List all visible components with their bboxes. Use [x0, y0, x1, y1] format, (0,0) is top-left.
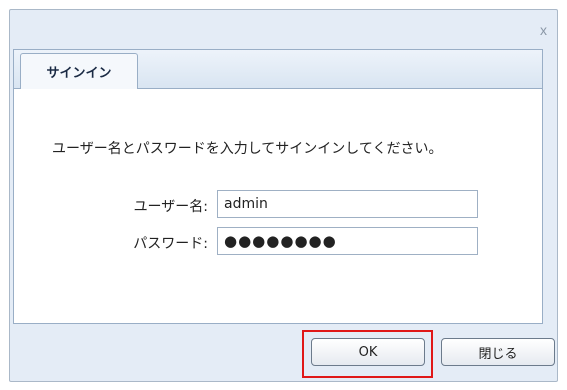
username-value: admin — [224, 196, 268, 212]
password-field[interactable]: ●●●●●●●● — [217, 227, 478, 255]
ok-button[interactable]: OK — [311, 338, 425, 366]
password-label: パスワード: — [133, 236, 208, 252]
close-icon[interactable]: x — [540, 23, 547, 37]
username-label: ユーザー名: — [133, 199, 208, 215]
username-field[interactable]: admin — [217, 190, 478, 218]
tab-signin[interactable]: サインイン — [20, 53, 138, 89]
close-button[interactable]: 閉じる — [441, 338, 555, 366]
instruction-text: ユーザー名とパスワードを入力してサインインしてください。 — [52, 141, 443, 157]
password-dots: ●●●●●●●● — [224, 232, 337, 250]
